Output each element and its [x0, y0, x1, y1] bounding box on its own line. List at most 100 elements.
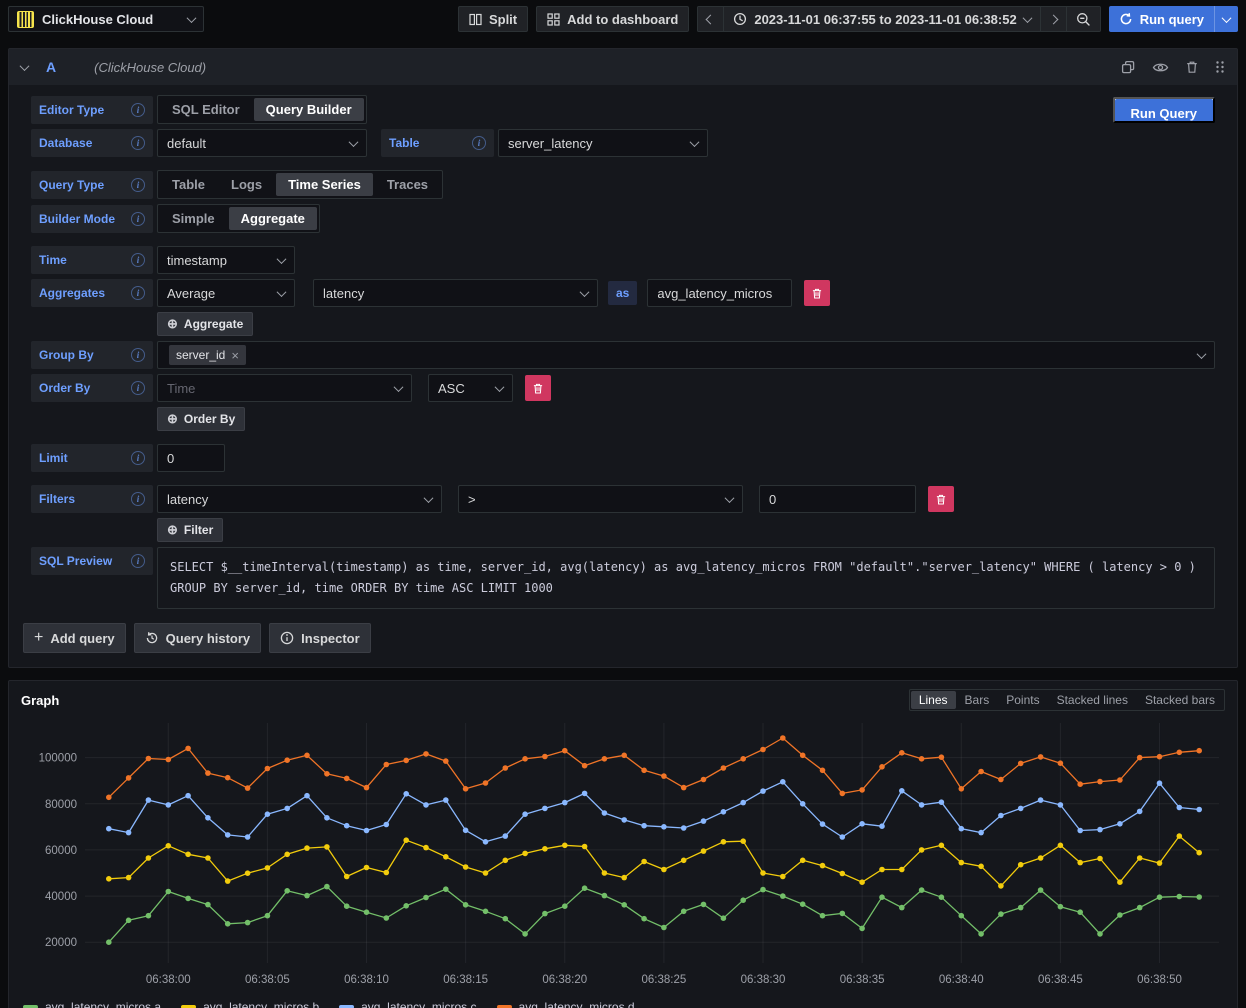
legend-item[interactable]: avg_latency_micros c [339, 1000, 476, 1008]
legend-item[interactable]: avg_latency_micros d [497, 1000, 635, 1008]
chevron-down-icon [394, 382, 404, 392]
group-by-multiselect[interactable]: server_id × [157, 341, 1215, 369]
query-header: A (ClickHouse Cloud) [9, 49, 1237, 85]
chevron-down-icon [580, 287, 590, 297]
run-query-button[interactable]: Run query [1109, 6, 1214, 32]
time-range-forward-button[interactable] [1040, 6, 1066, 32]
editor-type-sql-editor[interactable]: SQL Editor [160, 98, 252, 121]
chevron-down-icon [20, 61, 30, 71]
info-icon[interactable]: i [131, 451, 145, 465]
graph-panel-title: Graph [21, 693, 59, 708]
query-editor-panel: A (ClickHouse Cloud) Editor Type i S [8, 48, 1238, 668]
editor-type-toggle: SQL Editor Query Builder [157, 95, 367, 124]
query-builder-form: Editor Type i SQL Editor Query Builder R… [9, 85, 1237, 609]
query-ref-id: A [46, 59, 56, 75]
graph-panel: Graph Lines Bars Points Stacked lines St… [8, 680, 1238, 1008]
series-3 [106, 735, 1202, 800]
graph-mode-points[interactable]: Points [998, 691, 1047, 709]
trash-icon [811, 287, 823, 300]
run-query-panel-button[interactable]: Run Query [1113, 97, 1215, 123]
remove-aggregate-button[interactable] [804, 280, 830, 306]
limit-input[interactable] [157, 444, 225, 472]
order-by-field-select[interactable]: Time [157, 374, 412, 402]
info-circle-icon [280, 631, 294, 645]
chevron-down-icon [495, 382, 505, 392]
legend-item[interactable]: avg_latency_micros b [181, 1000, 319, 1008]
add-filter-button[interactable]: ⊕ Filter [157, 518, 223, 542]
info-icon[interactable]: i [131, 381, 145, 395]
graph-mode-stacked-lines[interactable]: Stacked lines [1049, 691, 1136, 709]
time-column-select[interactable]: timestamp [157, 246, 295, 274]
field-label-aggregates: Aggregates i [31, 279, 153, 307]
remove-filter-button[interactable] [928, 486, 954, 512]
aggregate-function-select[interactable]: Average [157, 279, 295, 307]
legend-item[interactable]: avg_latency_micros a [23, 1000, 161, 1008]
clickhouse-logo-icon [17, 11, 34, 28]
graph-mode-lines[interactable]: Lines [911, 691, 956, 709]
builder-mode-simple[interactable]: Simple [160, 207, 227, 230]
field-label-time: Time i [31, 246, 153, 274]
chevron-down-icon [1022, 13, 1032, 23]
filter-value-input[interactable] [759, 485, 916, 513]
legend-label: avg_latency_micros b [203, 1000, 319, 1008]
filter-operator-select[interactable]: > [458, 485, 743, 513]
query-history-button[interactable]: Query history [134, 623, 262, 653]
svg-text:80000: 80000 [45, 799, 77, 811]
drag-handle[interactable] [1215, 60, 1225, 74]
editor-type-query-builder[interactable]: Query Builder [254, 98, 364, 121]
svg-text:06:38:20: 06:38:20 [542, 974, 587, 986]
chevron-down-icon [1222, 13, 1232, 23]
builder-mode-aggregate[interactable]: Aggregate [229, 207, 317, 230]
add-to-dashboard-button[interactable]: Add to dashboard [536, 6, 689, 32]
graph-canvas[interactable]: 2000040000600008000010000006:38:0006:38:… [21, 717, 1227, 991]
chevron-down-icon [187, 13, 197, 23]
split-button[interactable]: Split [458, 6, 528, 32]
series-1 [106, 833, 1202, 888]
time-range-back-button[interactable] [697, 6, 723, 32]
info-icon[interactable]: i [131, 103, 145, 117]
table-select[interactable]: server_latency [498, 129, 708, 157]
info-icon[interactable]: i [131, 492, 145, 506]
filter-column-select[interactable]: latency [157, 485, 442, 513]
aggregate-alias-input[interactable] [647, 279, 792, 307]
info-icon[interactable]: i [131, 212, 145, 226]
aggregate-column-select[interactable]: latency [313, 279, 598, 307]
info-icon[interactable]: i [131, 253, 145, 267]
remove-order-by-button[interactable] [525, 375, 551, 401]
add-order-by-button[interactable]: ⊕ Order By [157, 407, 245, 431]
svg-text:06:38:50: 06:38:50 [1137, 974, 1182, 986]
query-type-time-series[interactable]: Time Series [276, 173, 373, 196]
query-type-table[interactable]: Table [160, 173, 217, 196]
duplicate-query-button[interactable] [1121, 60, 1136, 75]
info-icon[interactable]: i [131, 554, 145, 568]
chevron-down-icon [277, 254, 287, 264]
datasource-picker[interactable]: ClickHouse Cloud [8, 6, 204, 32]
info-icon[interactable]: i [472, 136, 486, 150]
add-aggregate-button[interactable]: ⊕ Aggregate [157, 312, 253, 336]
zoom-out-icon [1076, 12, 1091, 27]
database-select[interactable]: default [157, 129, 367, 157]
query-type-traces[interactable]: Traces [375, 173, 440, 196]
delete-query-button[interactable] [1185, 60, 1199, 74]
info-icon[interactable]: i [131, 178, 145, 192]
query-type-logs[interactable]: Logs [219, 173, 274, 196]
time-range-picker[interactable]: 2023-11-01 06:37:55 to 2023-11-01 06:38:… [723, 6, 1039, 32]
info-icon[interactable]: i [131, 286, 145, 300]
drag-dots-icon [1215, 60, 1225, 74]
order-by-direction-select[interactable]: ASC [428, 374, 513, 402]
dashboard-grid-icon [547, 13, 560, 26]
time-zoom-out-button[interactable] [1066, 6, 1101, 32]
run-query-dropdown-button[interactable] [1214, 6, 1238, 32]
remove-tag-icon[interactable]: × [231, 348, 239, 363]
graph-mode-bars[interactable]: Bars [957, 691, 998, 709]
graph-mode-stacked-bars[interactable]: Stacked bars [1137, 691, 1223, 709]
info-icon[interactable]: i [131, 136, 145, 150]
info-icon[interactable]: i [131, 348, 145, 362]
toggle-query-visibility-button[interactable] [1152, 61, 1169, 74]
add-query-button[interactable]: + Add query [23, 623, 126, 653]
eye-icon [1152, 61, 1169, 74]
collapse-query-button[interactable] [21, 64, 28, 71]
add-to-dashboard-label: Add to dashboard [567, 12, 678, 27]
inspector-button[interactable]: Inspector [269, 623, 371, 653]
svg-text:06:38:00: 06:38:00 [146, 974, 191, 986]
